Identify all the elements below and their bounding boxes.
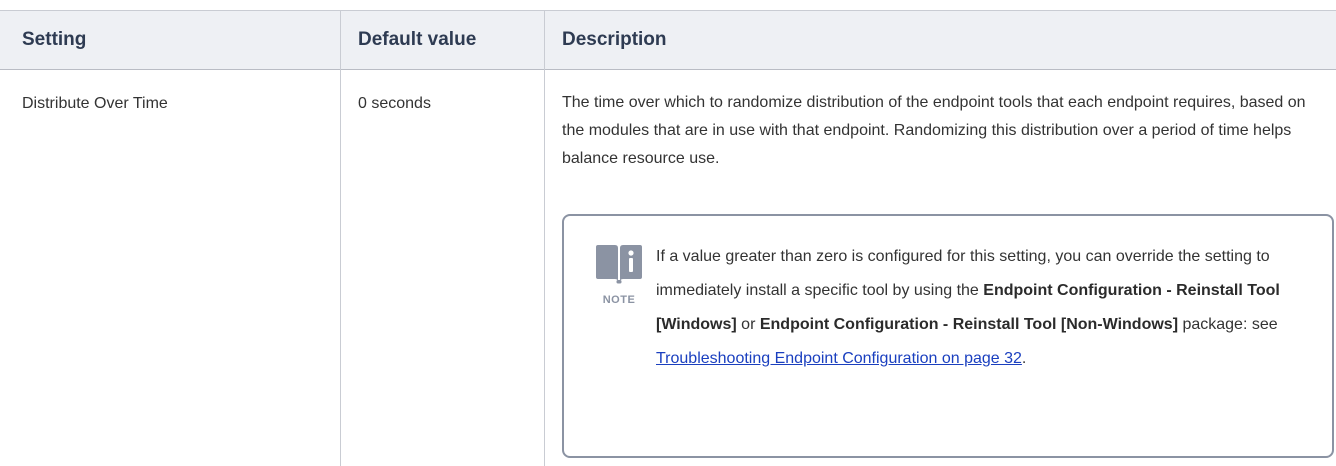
settings-table: Setting Default value Description Distri…	[0, 0, 1336, 466]
note-label: NOTE	[602, 294, 636, 306]
header-default-value: Default value	[358, 29, 477, 50]
note-text-part: or	[736, 316, 760, 333]
note-text-part: package: see	[1178, 316, 1278, 333]
column-divider	[340, 10, 341, 466]
header-description: Description	[562, 29, 667, 50]
default-value: 0 seconds	[358, 95, 431, 112]
note-callout: NOTE If a value greater than zero is con…	[562, 214, 1334, 458]
reinstall-nonwindows-package: Endpoint Configuration - Reinstall Tool …	[759, 316, 1179, 333]
note-text: If a value greater than zero is configur…	[656, 240, 1296, 376]
column-divider	[544, 10, 545, 466]
table-header-row: Setting Default value Description	[0, 10, 1336, 70]
setting-name: Distribute Over Time	[22, 95, 168, 112]
header-setting: Setting	[22, 29, 87, 50]
book-info-icon	[596, 245, 642, 284]
troubleshooting-link[interactable]: Troubleshooting Endpoint Configuration o…	[656, 350, 1022, 367]
note-text-part: .	[1021, 350, 1027, 367]
setting-description: The time over which to randomize distrib…	[562, 94, 1306, 167]
